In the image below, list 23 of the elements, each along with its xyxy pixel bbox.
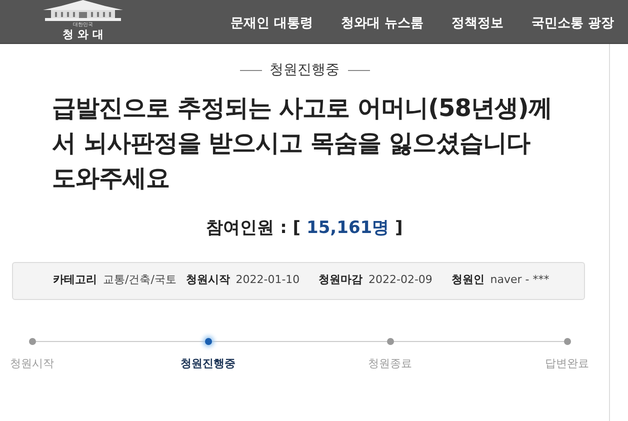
info-value: 교통/건축/국토	[103, 272, 176, 288]
nav-link[interactable]: 국민소통 광장	[517, 14, 628, 34]
nav-link[interactable]: 청와대 뉴스룸	[326, 14, 438, 34]
nav-link[interactable]: 정책정보	[437, 14, 518, 34]
info-label: 청원인	[451, 272, 484, 288]
step-label: 청원진행중	[180, 356, 236, 372]
participants-label: 참여인원 : [	[206, 218, 301, 238]
status-label: 청원진행중	[270, 61, 340, 80]
info-value: 2022-01-10	[236, 272, 300, 288]
nav-link[interactable]: 문재인 대통령	[216, 14, 327, 34]
info-label: 카테고리	[53, 272, 97, 288]
info-value: naver - ***	[490, 272, 550, 288]
logo-text[interactable]: 청 와 대	[62, 28, 104, 41]
bracket-text: ]	[395, 218, 403, 238]
step-label: 청원시작	[10, 356, 54, 372]
step-label: 청원종료	[368, 356, 412, 372]
petition-title: 급발진으로 추정되는 사고로 어머니(58년생)께서 뇌사판정을 받으시고 목숨을 잃으셨습니다 도와주세요	[52, 93, 552, 194]
participants-count: 15,161명	[306, 218, 390, 238]
step-label: 답변완료	[545, 356, 589, 372]
info-label: 청원시작	[186, 272, 230, 288]
building-logo-icon	[41, 0, 125, 22]
info-value: 2022-02-09	[368, 272, 432, 288]
info-label: 청원마감	[318, 272, 362, 288]
